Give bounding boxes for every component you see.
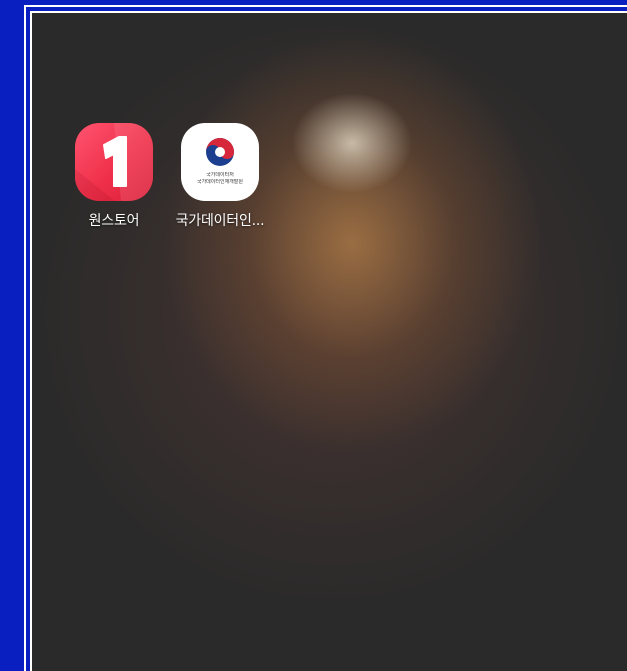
app-national-data[interactable]: 국가데이터처 국가데이터인재개발원 국가데이터인... (172, 123, 268, 230)
screenshot-frame: 원스토어 국가데이터처 국가데이터인재개발원 국가데이터인... (0, 0, 627, 671)
app-onestore[interactable]: 원스토어 (66, 123, 162, 230)
wallpaper (32, 13, 627, 671)
home-screen: 원스토어 국가데이터처 국가데이터인재개발원 국가데이터인... (30, 11, 627, 671)
icon-text-line2: 국가데이터인재개발원 (196, 179, 243, 185)
app-label: 원스토어 (88, 213, 140, 229)
onestore-icon (75, 123, 153, 201)
icon-text-line1: 국가데이터처 (206, 172, 234, 178)
app-label: 국가데이터인... (175, 213, 265, 229)
government-emblem-icon: 국가데이터처 국가데이터인재개발원 (181, 123, 259, 201)
